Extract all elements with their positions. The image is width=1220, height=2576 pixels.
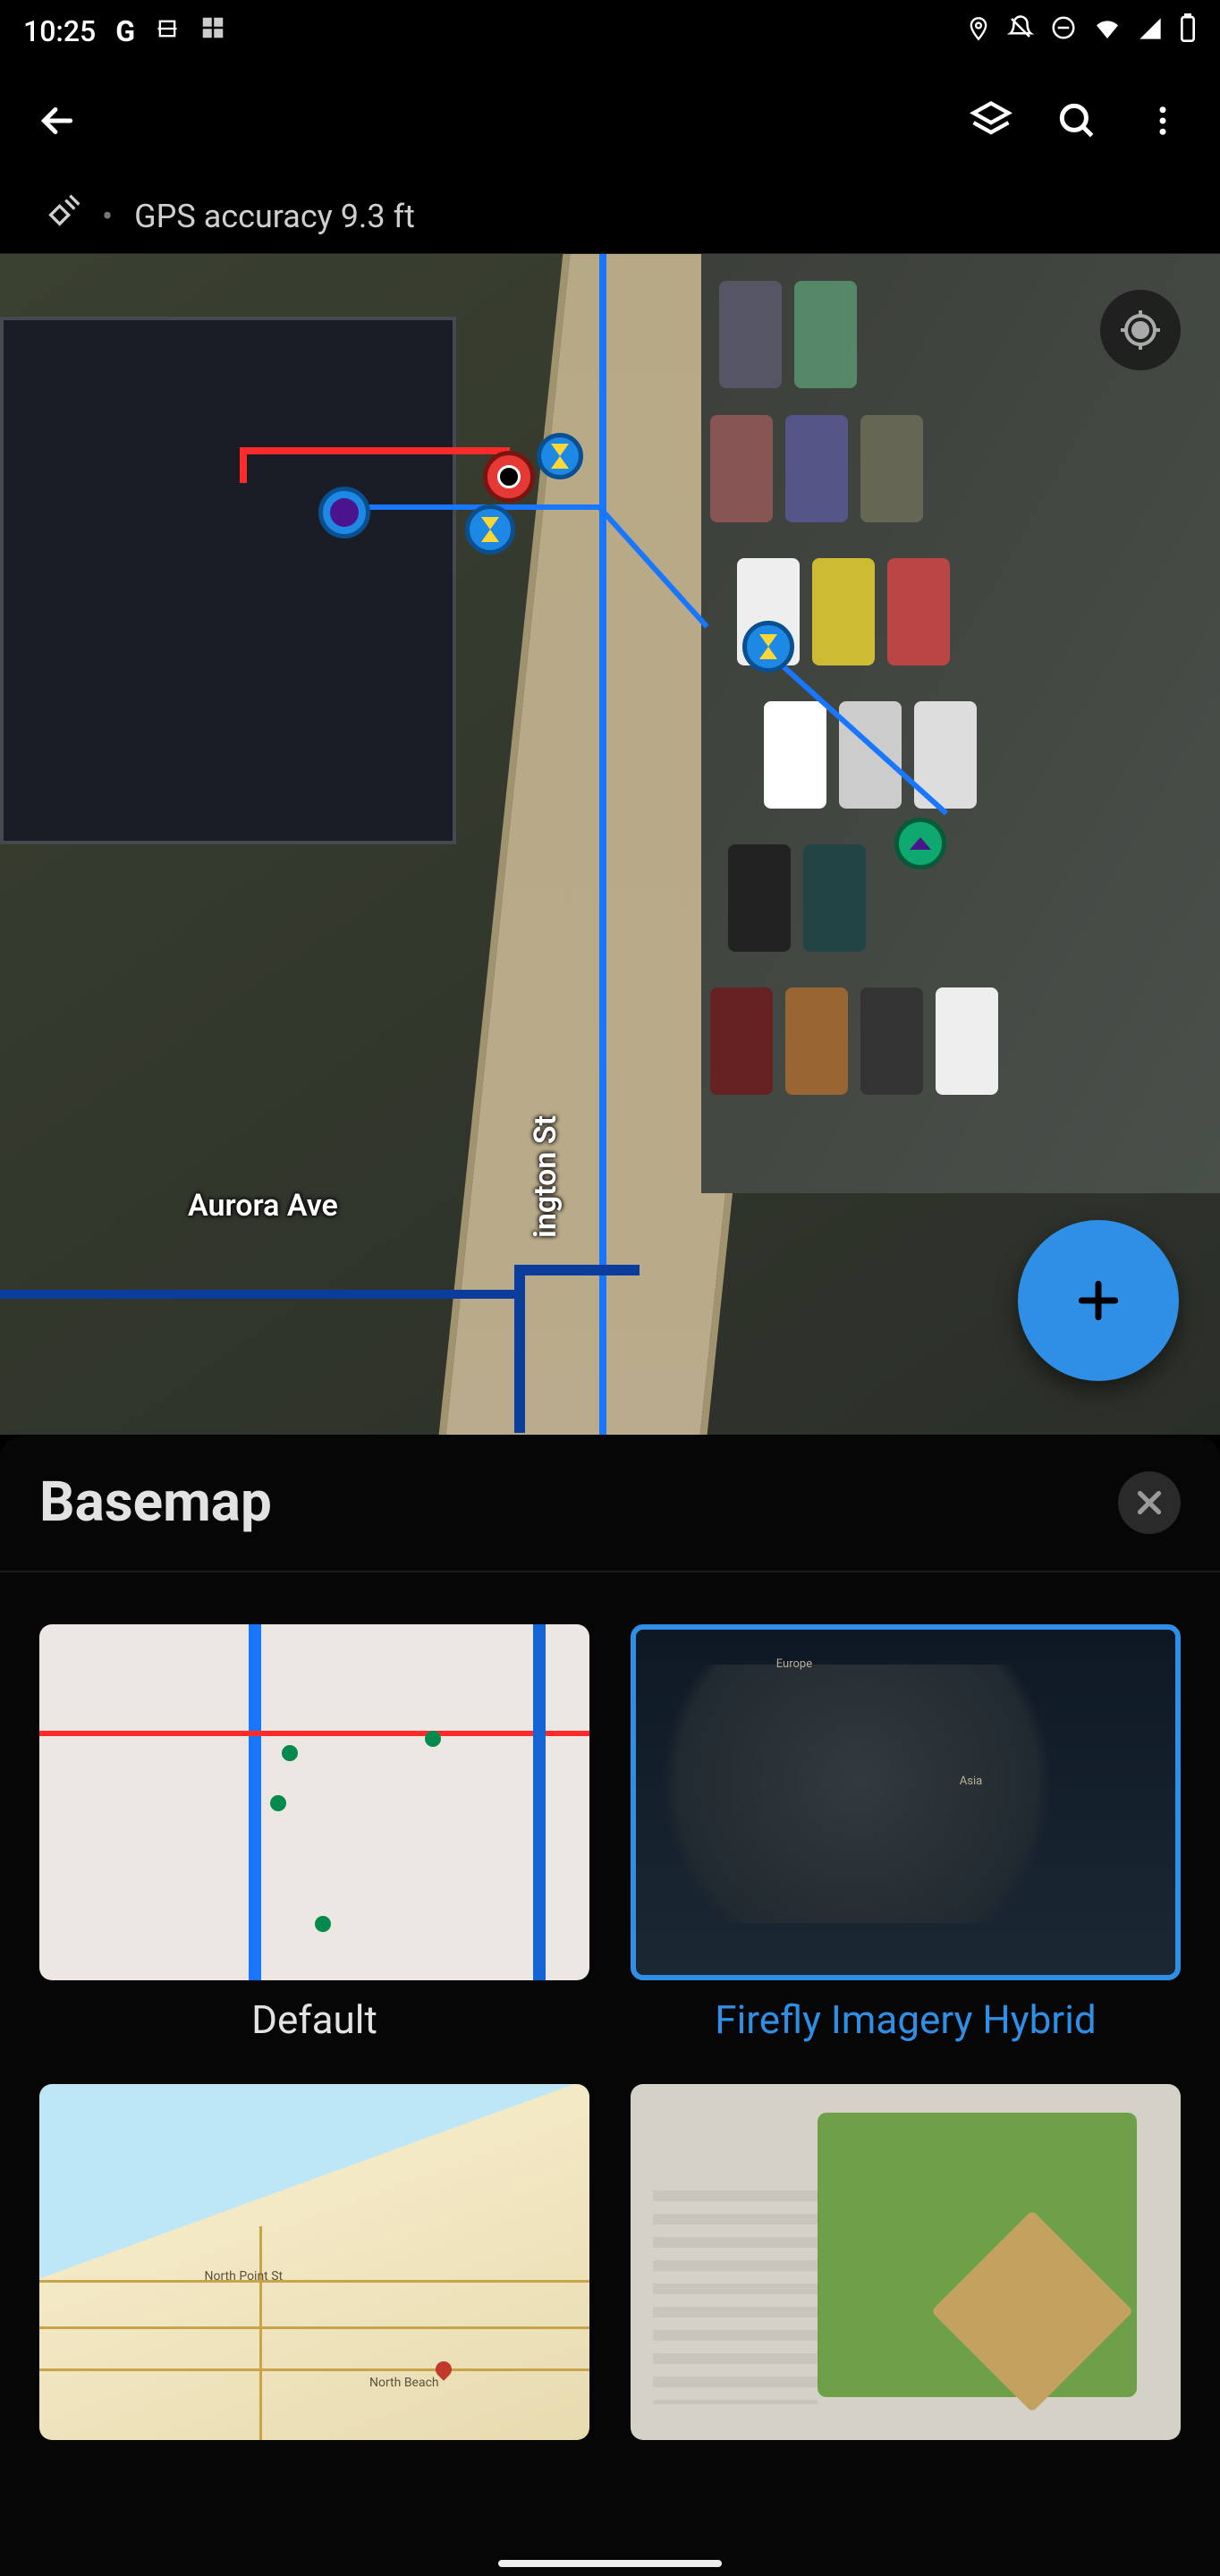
home-indicator[interactable] xyxy=(498,2560,722,2567)
basemap-option-firefly[interactable]: Europe Asia Firefly Imagery Hybrid xyxy=(631,1624,1181,2043)
basemap-thumbnail xyxy=(39,1624,589,1980)
my-location-button[interactable] xyxy=(1100,290,1181,370)
wifi-icon xyxy=(1093,13,1122,49)
map-line-red xyxy=(241,447,510,454)
basemap-option-default[interactable]: Default xyxy=(39,1624,589,2043)
satellite-icon xyxy=(45,194,80,238)
street-label: Aurora Ave xyxy=(188,1188,338,1224)
status-time: 10:25 xyxy=(23,14,96,48)
google-icon: G xyxy=(115,14,135,48)
battery-icon xyxy=(1179,13,1197,49)
basemap-thumbnail: Europe Asia xyxy=(631,1624,1181,1980)
map-line-dark xyxy=(514,1265,640,1275)
basemap-thumbnail: North Point St North Beach xyxy=(39,2084,589,2440)
map-marker[interactable] xyxy=(465,504,515,555)
layers-button[interactable] xyxy=(964,94,1018,148)
back-button[interactable] xyxy=(30,94,84,148)
dnd-icon xyxy=(1007,14,1034,48)
status-right xyxy=(966,13,1197,49)
app-bar xyxy=(0,63,1220,179)
map-canvas[interactable]: Aurora Ave ington St xyxy=(0,254,1220,1435)
status-left: 10:25 G xyxy=(23,14,226,48)
app-icon-2 xyxy=(199,14,226,48)
location-icon xyxy=(966,14,991,48)
basemap-grid: Default Europe Asia Firefly Imagery Hybr… xyxy=(39,1572,1181,2456)
search-button[interactable] xyxy=(1050,94,1104,148)
close-button[interactable] xyxy=(1118,1471,1181,1534)
map-line xyxy=(599,254,606,1435)
map-line-dark xyxy=(514,1272,525,1433)
basemap-option-osm[interactable]: North Point St North Beach xyxy=(39,2084,589,2456)
status-bar: 10:25 G xyxy=(0,0,1220,63)
map-line-dark xyxy=(0,1290,519,1299)
signal-icon xyxy=(1138,14,1163,48)
gps-accuracy-text: GPS accuracy 9.3 ft xyxy=(134,198,415,235)
basemap-sheet: Basemap Default Europe Asia Firefly Im xyxy=(0,1436,1220,2576)
sheet-header: Basemap xyxy=(39,1470,1181,1535)
separator-dot: • xyxy=(102,198,113,235)
basemap-label: Default xyxy=(251,1996,377,2043)
map-building xyxy=(0,317,456,844)
basemap-thumbnail xyxy=(631,2084,1181,2440)
basemap-option-park[interactable] xyxy=(631,2084,1181,2456)
map-marker-target[interactable] xyxy=(483,451,535,503)
map-line xyxy=(340,504,599,510)
do-not-disturb-icon xyxy=(1050,14,1077,48)
basemap-label: Firefly Imagery Hybrid xyxy=(715,1996,1096,2043)
map-marker[interactable] xyxy=(537,433,583,479)
map-parking-lot xyxy=(701,254,1220,1193)
accuracy-bar: • GPS accuracy 9.3 ft xyxy=(0,179,1220,254)
street-label: ington St xyxy=(528,1115,563,1238)
sheet-title: Basemap xyxy=(39,1470,272,1535)
map-marker[interactable] xyxy=(894,818,946,869)
map-marker[interactable] xyxy=(742,621,794,673)
map-marker[interactable] xyxy=(318,487,370,538)
map-line-red xyxy=(240,447,247,483)
more-button[interactable] xyxy=(1136,94,1190,148)
add-button[interactable] xyxy=(1018,1220,1179,1381)
app-icon-1 xyxy=(155,14,180,48)
